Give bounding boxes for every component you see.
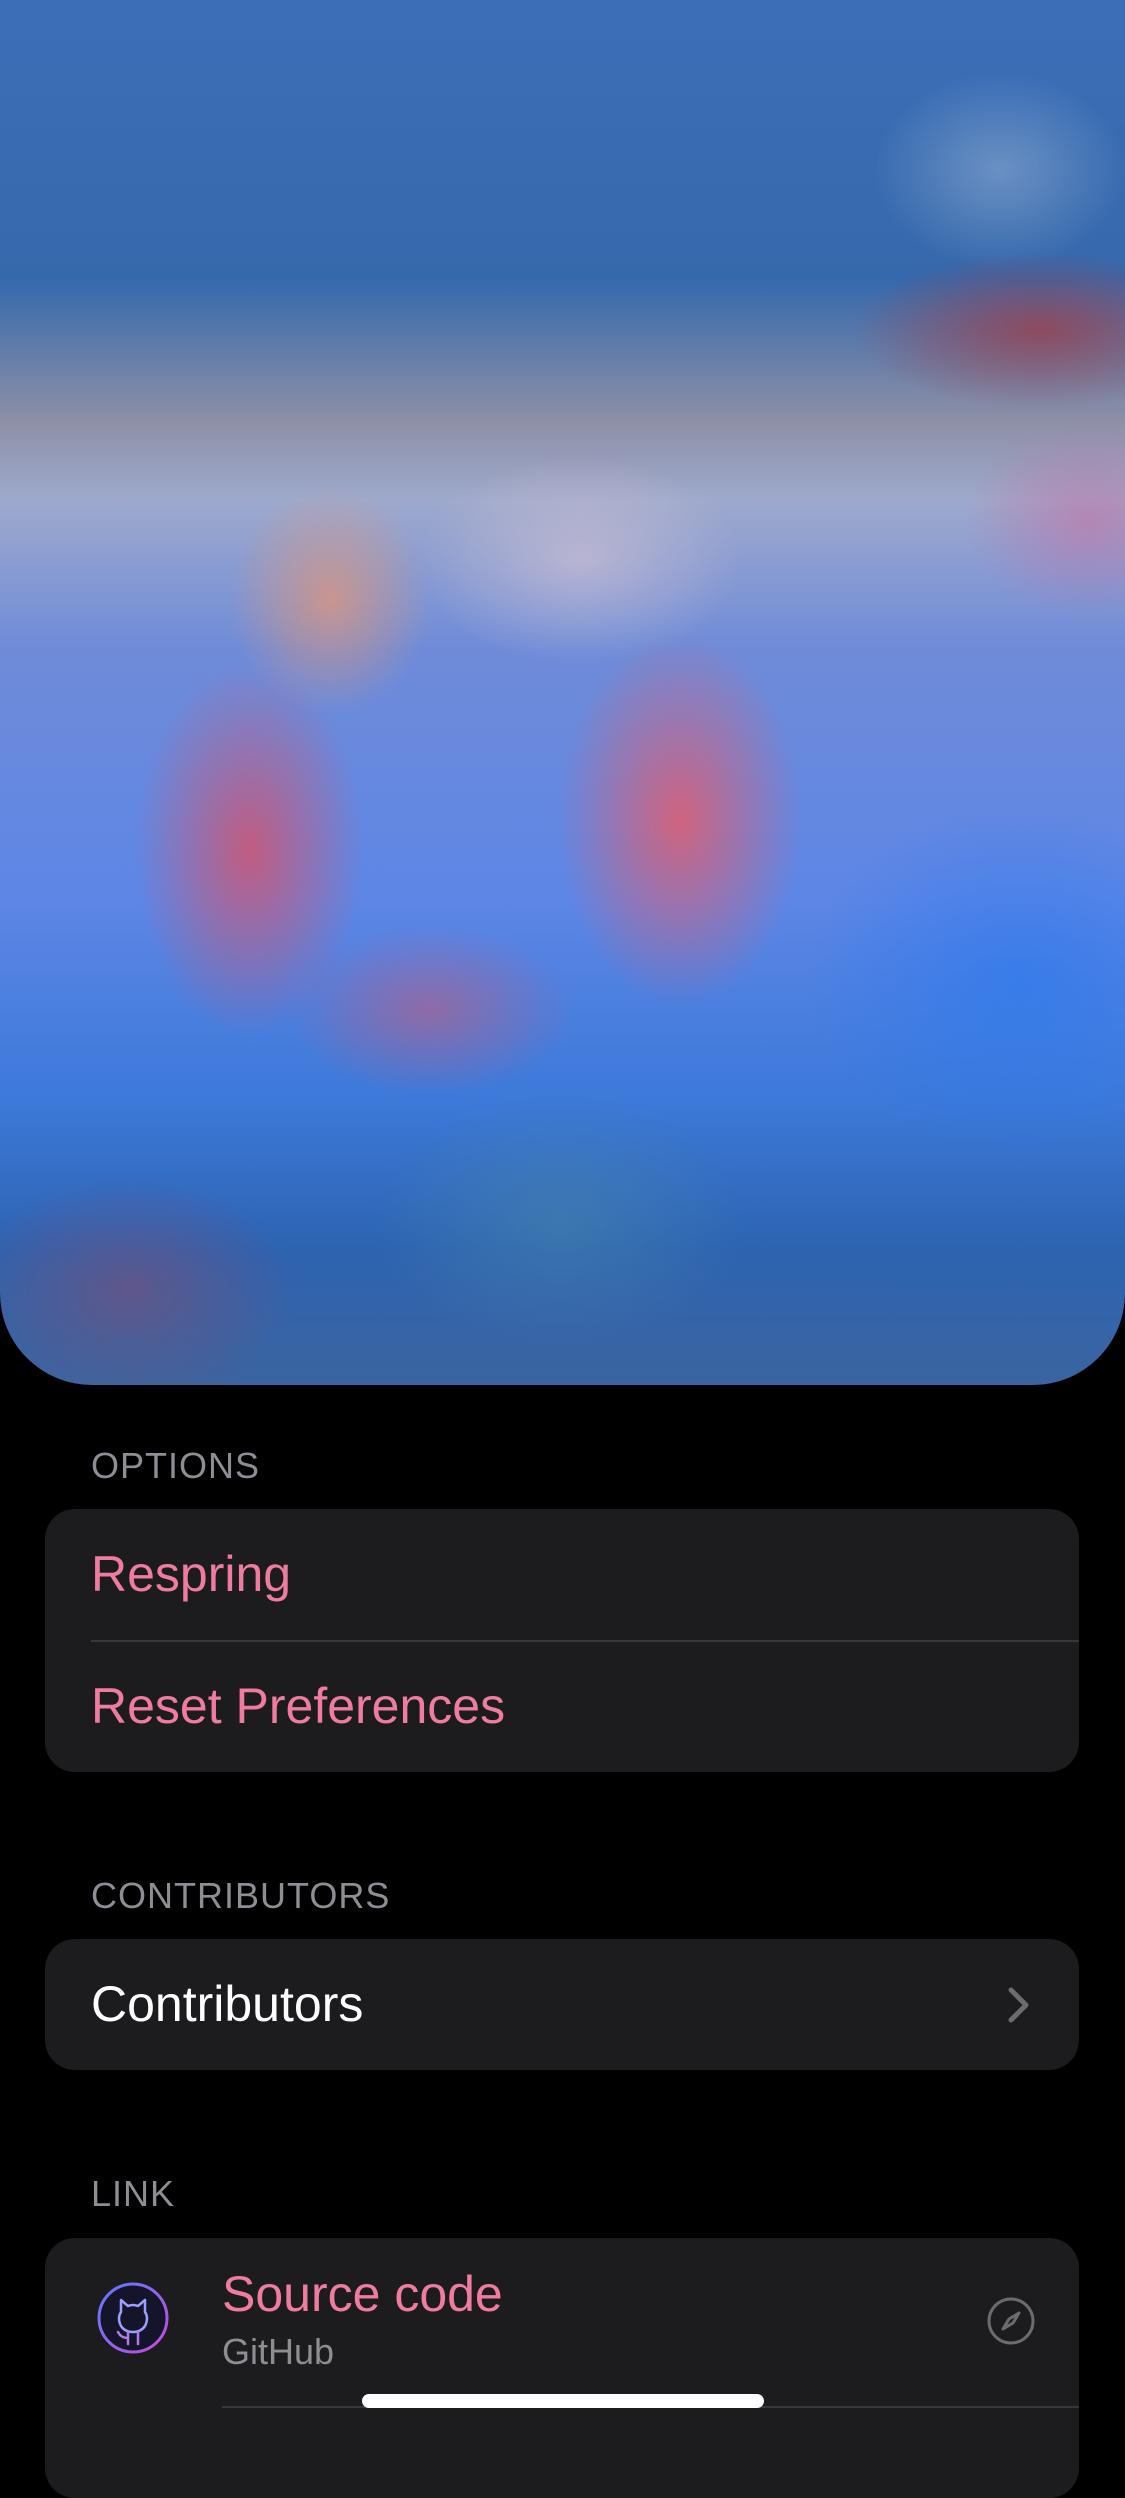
link-card: Source code GitHub xyxy=(45,2238,1079,2498)
chevron-right-icon xyxy=(1008,1987,1029,2023)
contributors-label: Contributors xyxy=(91,1976,364,2032)
header-image xyxy=(0,0,1125,1385)
section-header-options: OPTIONS xyxy=(91,1445,261,1486)
home-indicator[interactable] xyxy=(362,2394,764,2408)
reset-preferences-label: Reset Preferences xyxy=(91,1678,506,1734)
options-card: Respring Reset Preferences xyxy=(45,1509,1079,1772)
contributors-card: Contributors xyxy=(45,1939,1079,2070)
section-header-link: LINK xyxy=(91,2173,176,2214)
source-code-title: Source code xyxy=(222,2266,503,2322)
section-header-contributors: CONTRIBUTORS xyxy=(91,1875,391,1916)
reset-preferences-button[interactable]: Reset Preferences xyxy=(45,1641,1079,1772)
github-icon xyxy=(97,2282,169,2354)
contributors-row[interactable]: Contributors xyxy=(45,1939,1079,2070)
compass-icon xyxy=(987,2297,1035,2345)
respring-button[interactable]: Respring xyxy=(45,1509,1079,1640)
respring-label: Respring xyxy=(91,1546,292,1602)
source-code-link[interactable]: Source code GitHub xyxy=(45,2238,1079,2408)
source-code-subtitle: GitHub xyxy=(222,2331,335,2372)
